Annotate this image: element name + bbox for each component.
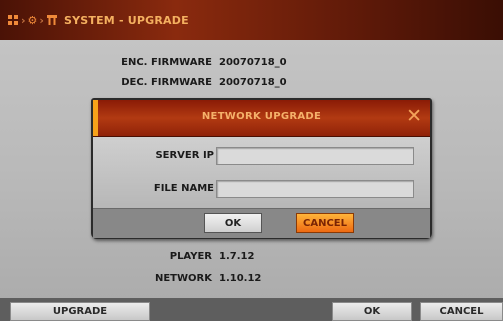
chevron-right-icon: › [21, 13, 26, 27]
dialog-cancel-button[interactable]: CANCEL [296, 213, 354, 233]
upgrade-screen: › ⚙ › SYSTEM - UPGRADE ENC. FIRMWARE 200… [0, 0, 503, 321]
tools-icon [46, 14, 58, 26]
page-title: SYSTEM - UPGRADE [63, 13, 189, 27]
enc-firmware-label: ENC. FIRMWARE [121, 57, 212, 68]
breadcrumb: › ⚙ › [8, 14, 58, 27]
upgrade-button[interactable]: UPGRADE [10, 302, 150, 321]
dec-firmware-label: DEC. FIRMWARE [121, 77, 212, 88]
file-name-input[interactable] [216, 180, 414, 198]
grid-icon[interactable] [8, 15, 18, 25]
enc-firmware-row: ENC. FIRMWARE 20070718_0 [0, 57, 503, 69]
server-ip-input[interactable] [216, 147, 414, 165]
dialog-footer: OK CANCEL [93, 208, 430, 238]
close-icon[interactable]: ✕ [406, 106, 422, 126]
network-upgrade-dialog: NETWORK UPGRADE ✕ SERVER IP FILE NAME OK… [91, 98, 432, 239]
network-value: 1.10.12 [219, 273, 262, 284]
dialog-body: SERVER IP FILE NAME [93, 137, 430, 208]
network-row: NETWORK 1.10.12 [0, 273, 503, 285]
player-label: PLAYER [169, 251, 212, 262]
dec-firmware-row: DEC. FIRMWARE 20070718_0 [0, 77, 503, 89]
title-bar: › ⚙ › SYSTEM - UPGRADE [0, 0, 503, 40]
player-row: PLAYER 1.7.12 [0, 251, 503, 263]
dialog-ok-button[interactable]: OK [204, 213, 262, 233]
dec-firmware-value: 20070718_0 [219, 77, 287, 88]
gear-icon[interactable]: ⚙ [28, 14, 38, 27]
network-label: NETWORK [154, 273, 212, 284]
player-value: 1.7.12 [219, 251, 255, 262]
dialog-header: NETWORK UPGRADE ✕ [93, 100, 430, 137]
cancel-button[interactable]: CANCEL [420, 302, 503, 321]
server-ip-label: SERVER IP [155, 150, 214, 161]
chevron-right-icon: › [39, 13, 44, 27]
file-name-label: FILE NAME [153, 183, 214, 194]
ok-button[interactable]: OK [332, 302, 412, 321]
enc-firmware-value: 20070718_0 [219, 57, 287, 68]
dialog-title: NETWORK UPGRADE [201, 111, 322, 122]
